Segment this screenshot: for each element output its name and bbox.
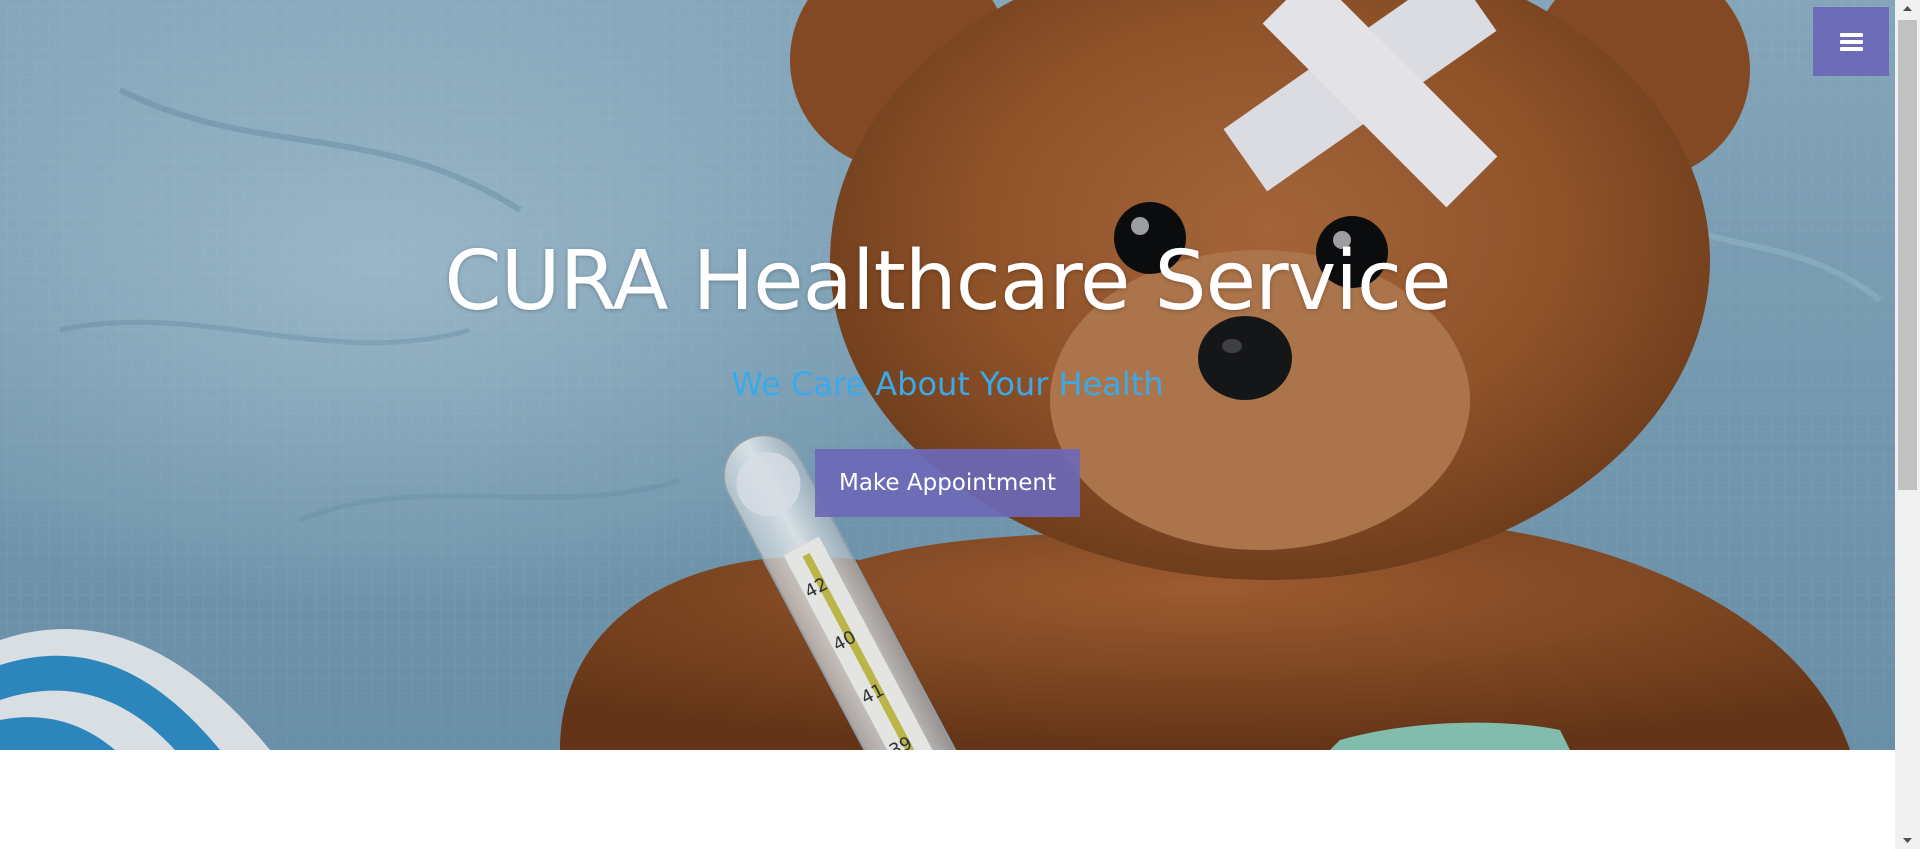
hero-section: 42 40 41 39 CURA Healthcare Service We C… <box>0 0 1895 750</box>
vertical-scrollbar[interactable] <box>1895 0 1920 849</box>
page-subtitle: We Care About Your Health <box>731 365 1164 403</box>
scrollbar-thumb[interactable] <box>1898 20 1917 490</box>
hero-content: CURA Healthcare Service We Care About Yo… <box>0 0 1895 750</box>
menu-toggle-button[interactable] <box>1813 7 1889 76</box>
page: 42 40 41 39 CURA Healthcare Service We C… <box>0 0 1895 849</box>
scroll-down-arrow-icon[interactable] <box>1895 832 1920 849</box>
page-title: CURA Healthcare Service <box>444 234 1451 329</box>
make-appointment-button[interactable]: Make Appointment <box>815 449 1080 517</box>
scroll-up-arrow-icon[interactable] <box>1895 0 1920 17</box>
